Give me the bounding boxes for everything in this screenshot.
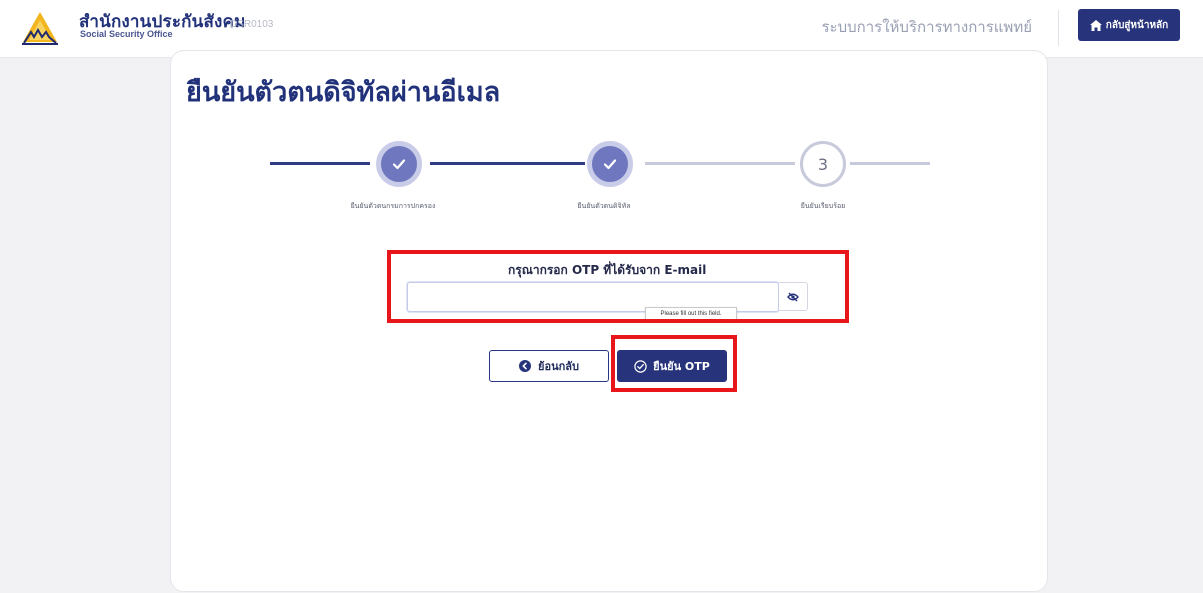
chevron-left-circle-icon [519, 360, 532, 372]
system-name: ระบบการให้บริการทางการแพทย์ [821, 18, 1033, 36]
home-button-label: กลับสู่หน้าหลัก [1105, 19, 1169, 31]
stepper-line [430, 162, 585, 165]
back-button-label: ย้อนกลับ [538, 360, 579, 373]
org-subtitle: Social Security Office [80, 29, 173, 39]
step-2-circle [587, 141, 633, 187]
stepper-line [270, 162, 370, 165]
home-button[interactable]: กลับสู่หน้าหลัก [1078, 9, 1180, 41]
back-button[interactable]: ย้อนกลับ [489, 350, 609, 382]
page-code: DSR0103 [230, 19, 274, 30]
highlight-box-confirm-button [611, 335, 737, 392]
step-3-number: 3 [817, 154, 829, 174]
stepper-line [645, 162, 795, 165]
page-title: ยืนยันตัวตนดิจิทัลผ่านอีเมล [186, 77, 501, 108]
check-icon [392, 159, 406, 170]
check-icon [603, 159, 617, 170]
stepper-line [850, 162, 930, 165]
sso-logo-icon[interactable] [20, 10, 60, 46]
header-divider [1058, 10, 1059, 46]
highlight-box-otp-field [387, 250, 849, 323]
step-3-label: ยืนยันเรียบร้อย [800, 202, 846, 210]
step-2-label: ยืนยันตัวตนดิจิทัล [577, 202, 631, 210]
step-1-circle [376, 141, 422, 187]
step-3-circle: 3 [800, 141, 846, 187]
step-1-label: ยืนยันตัวตนกรมการปกครอง [350, 202, 436, 210]
home-icon [1089, 19, 1102, 31]
